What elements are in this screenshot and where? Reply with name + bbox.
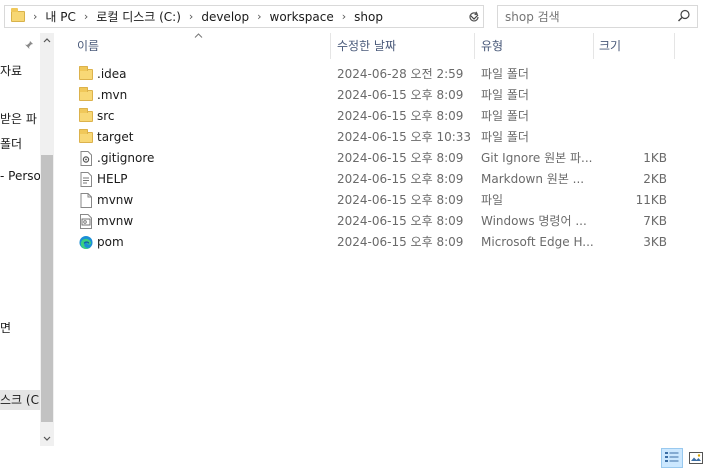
column-date[interactable]: 수정한 날짜	[337, 33, 396, 59]
file-type: Git Ignore 원본 파...	[481, 151, 593, 165]
file-type: 파일 폴더	[481, 109, 529, 123]
file-row[interactable]: src 2024-06-15 오후 8:09 파일 폴더	[63, 106, 703, 127]
column-size[interactable]: 크기	[599, 33, 621, 59]
file-row[interactable]: mvnw 2024-06-15 오후 8:09 파일 11KB	[63, 190, 703, 211]
text-file-icon	[80, 172, 92, 187]
file-list: .idea 2024-06-28 오전 2:59 파일 폴더 .mvn 2024-06-…	[63, 64, 703, 253]
file-row[interactable]: pom 2024-06-15 오후 8:09 Microsoft Edge H...…	[63, 232, 703, 253]
column-divider[interactable]	[674, 33, 675, 59]
gear-file-icon	[80, 151, 92, 166]
navigation-pane: 자료받은 파폴더 - Person 면스크 (C:)	[0, 33, 56, 448]
file-name[interactable]: .mvn	[97, 85, 327, 106]
file-date: 2024-06-15 오후 10:33	[337, 130, 472, 144]
file-size: 1KB	[643, 151, 667, 165]
file-size: 3KB	[643, 235, 667, 249]
file-size: 2KB	[643, 172, 667, 186]
search-input[interactable]	[505, 9, 665, 24]
file-row[interactable]: mvnw 2024-06-15 오후 8:09 Windows 명령어 ... 7KB	[63, 211, 703, 232]
column-divider[interactable]	[593, 33, 594, 59]
folder-icon	[79, 87, 93, 101]
pin-icon[interactable]	[24, 40, 34, 53]
folder-icon	[79, 108, 93, 122]
file-type: Windows 명령어 ...	[481, 214, 587, 228]
file-name[interactable]: .idea	[97, 64, 327, 85]
file-date: 2024-06-15 오후 8:09	[337, 235, 464, 249]
file-type: 파일	[481, 193, 504, 207]
file-date: 2024-06-15 오후 8:09	[337, 109, 464, 123]
file-name[interactable]: .gitignore	[97, 148, 327, 169]
file-type: Microsoft Edge H...	[481, 235, 593, 249]
large-icons-view-button[interactable]	[685, 448, 707, 468]
folder-icon	[11, 8, 25, 22]
column-divider[interactable]	[330, 33, 331, 59]
file-type: 파일 폴더	[481, 67, 529, 81]
file-name[interactable]: pom	[97, 232, 327, 253]
file-name[interactable]: HELP	[97, 169, 327, 190]
chevron-right-icon[interactable]: ›	[257, 10, 261, 23]
nav-item[interactable]: 폴더	[0, 134, 40, 154]
file-row[interactable]: .idea 2024-06-28 오전 2:59 파일 폴더	[63, 64, 703, 85]
breadcrumb-workspace[interactable]: workspace	[270, 10, 334, 24]
file-name[interactable]: mvnw	[97, 190, 327, 211]
breadcrumb-local-disk[interactable]: 로컬 디스크 (C:)	[96, 8, 181, 25]
chevron-right-icon[interactable]: ›	[189, 10, 193, 23]
chevron-right-icon[interactable]: ›	[33, 10, 37, 23]
file-row[interactable]: HELP 2024-06-15 오후 8:09 Markdown 원본 ... 2KB	[63, 169, 703, 190]
file-row[interactable]: target 2024-06-15 오후 10:33 파일 폴더	[63, 127, 703, 148]
file-type: Markdown 원본 ...	[481, 172, 585, 186]
file-date: 2024-06-15 오후 8:09	[337, 172, 464, 186]
chevron-right-icon[interactable]: ›	[342, 10, 346, 23]
nav-item[interactable]: 면	[0, 318, 40, 338]
sort-ascending-icon	[194, 30, 203, 41]
scroll-up-icon[interactable]	[40, 33, 54, 47]
nav-item[interactable]: 받은 파	[0, 109, 40, 129]
folder-icon	[79, 66, 93, 80]
blank-file-icon	[80, 193, 92, 208]
column-divider[interactable]	[474, 33, 475, 59]
file-row[interactable]: .mvn 2024-06-15 오후 8:09 파일 폴더	[63, 85, 703, 106]
search-box[interactable]	[497, 5, 698, 28]
nav-item[interactable]: 스크 (C:)	[0, 390, 40, 410]
file-date: 2024-06-28 오전 2:59	[337, 67, 464, 81]
large-icons-view-icon	[689, 452, 703, 464]
folder-icon	[79, 129, 93, 143]
breadcrumb-develop[interactable]: develop	[201, 10, 249, 24]
column-name[interactable]: 이름	[77, 33, 99, 59]
address-row: › 내 PC › 로컬 디스크 (C:) › develop › workspa…	[0, 0, 711, 33]
chevron-right-icon[interactable]: ›	[84, 10, 88, 23]
search-icon[interactable]	[677, 9, 691, 23]
column-type[interactable]: 유형	[481, 33, 503, 59]
status-bar	[0, 446, 711, 472]
nav-scrollbar-thumb[interactable]	[41, 155, 53, 422]
file-date: 2024-06-15 오후 8:09	[337, 214, 464, 228]
refresh-icon[interactable]	[465, 6, 483, 27]
column-header: 이름 수정한 날짜 유형 크기	[63, 33, 703, 59]
file-date: 2024-06-15 오후 8:09	[337, 88, 464, 102]
nav-item[interactable]: 자료	[0, 61, 40, 81]
nav-item[interactable]: - Person	[0, 166, 40, 186]
file-name[interactable]: mvnw	[97, 211, 327, 232]
file-type: 파일 폴더	[481, 88, 529, 102]
edge-icon	[79, 235, 93, 250]
cmd-file-icon	[80, 214, 92, 229]
breadcrumb-shop[interactable]: shop	[354, 10, 383, 24]
file-type: 파일 폴더	[481, 130, 529, 144]
nav-scrollbar[interactable]	[40, 33, 54, 448]
details-view-button[interactable]	[661, 448, 683, 468]
file-name[interactable]: target	[97, 127, 327, 148]
file-date: 2024-06-15 오후 8:09	[337, 151, 464, 165]
file-size: 11KB	[635, 193, 667, 207]
scroll-down-icon[interactable]	[40, 431, 54, 445]
file-row[interactable]: .gitignore 2024-06-15 오후 8:09 Git Ignore 원…	[63, 148, 703, 169]
file-explorer-window: › 내 PC › 로컬 디스크 (C:) › develop › workspa…	[0, 0, 711, 472]
file-name[interactable]: src	[97, 106, 327, 127]
breadcrumb-my-pc[interactable]: 내 PC	[45, 8, 75, 25]
address-bar[interactable]: › 내 PC › 로컬 디스크 (C:) › develop › workspa…	[4, 5, 484, 28]
file-size: 7KB	[643, 214, 667, 228]
details-view-icon	[665, 452, 679, 462]
file-date: 2024-06-15 오후 8:09	[337, 193, 464, 207]
